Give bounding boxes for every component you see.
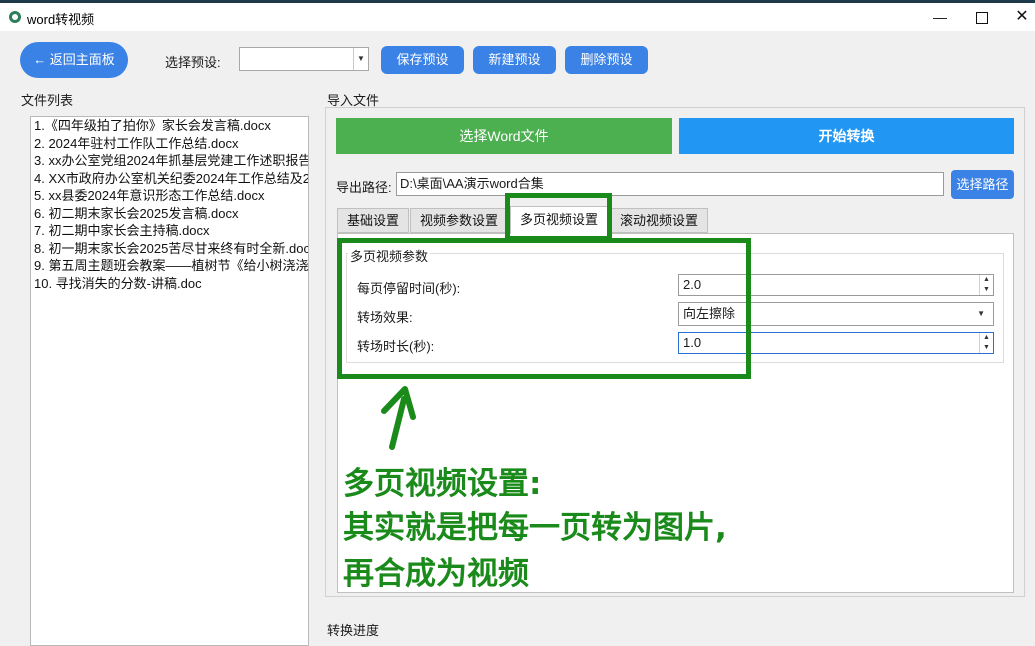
tab-scroll[interactable]: 滚动视频设置: [610, 208, 708, 233]
tab-highlight-box: [505, 193, 612, 241]
delete-preset-button[interactable]: 删除预设: [565, 46, 648, 74]
list-item[interactable]: 10. 寻找消失的分数-讲稿.doc: [31, 275, 308, 293]
list-item[interactable]: 4. XX市政府办公室机关纪委2024年工作总结及2: [31, 170, 308, 188]
preset-select[interactable]: ▼: [239, 47, 369, 71]
choose-path-button[interactable]: 选择路径: [951, 170, 1014, 199]
list-item[interactable]: 6. 初二期末家长会2025发言稿.docx: [31, 205, 308, 223]
annotation-line-1: 多页视频设置:: [343, 466, 542, 502]
progress-label: 转换进度: [327, 623, 380, 638]
save-preset-button[interactable]: 保存预设: [381, 46, 464, 74]
list-item[interactable]: 9. 第五周主题班会教案——植树节《给小树浇浇: [31, 257, 308, 275]
file-list[interactable]: 1.《四年级拍了拍你》家长会发言稿.docx 2. 2024年驻村工作队工作总结…: [30, 116, 309, 646]
chevron-down-icon: ▼: [977, 309, 985, 318]
list-item[interactable]: 5. xx县委2024年意识形态工作总结.docx: [31, 187, 308, 205]
group-highlight-box: [337, 238, 751, 379]
maximize-icon: [976, 12, 988, 25]
list-item[interactable]: 2. 2024年驻村工作队工作总结.docx: [31, 135, 308, 153]
maximize-button[interactable]: [960, 3, 1004, 31]
output-path-label: 导出路径:: [336, 180, 392, 195]
back-to-main-button[interactable]: ← 返回主面板: [20, 42, 128, 78]
stepper-arrows-icon[interactable]: ▲ ▼: [979, 275, 993, 295]
list-item[interactable]: 1.《四年级拍了拍你》家长会发言稿.docx: [31, 117, 308, 135]
list-item[interactable]: 3. xx办公室党组2024年抓基层党建工作述职报告: [31, 152, 308, 170]
app-logo-icon: [9, 11, 21, 23]
new-preset-button[interactable]: 新建预设: [473, 46, 556, 74]
preset-label: 选择预设:: [165, 55, 221, 70]
file-list-label: 文件列表: [21, 93, 74, 108]
minimize-button[interactable]: —: [918, 3, 962, 31]
list-item[interactable]: 8. 初一期末家长会2025苦尽甘来终有时全新.doc: [31, 240, 308, 258]
close-button[interactable]: ✕: [1000, 3, 1035, 31]
window-title: word转视频: [27, 12, 95, 27]
select-word-button[interactable]: 选择Word文件: [336, 118, 672, 154]
annotation-line-2: 其实就是把每一页转为图片,: [343, 510, 727, 546]
tab-basic[interactable]: 基础设置: [337, 208, 409, 233]
dropdown-arrow-icon: ▼: [353, 48, 368, 70]
annotation-arrow-icon: [381, 386, 416, 450]
tab-video-params[interactable]: 视频参数设置: [410, 208, 508, 233]
annotation-line-3: 再合成为视频: [343, 556, 529, 592]
list-item[interactable]: 7. 初二期中家长会主持稿.docx: [31, 222, 308, 240]
output-path-input[interactable]: D:\桌面\AA演示word合集: [396, 172, 944, 196]
title-bar: word转视频 — ✕: [0, 3, 1035, 31]
stepper-arrows-icon[interactable]: ▲ ▼: [979, 333, 993, 353]
start-convert-button[interactable]: 开始转换: [679, 118, 1014, 154]
